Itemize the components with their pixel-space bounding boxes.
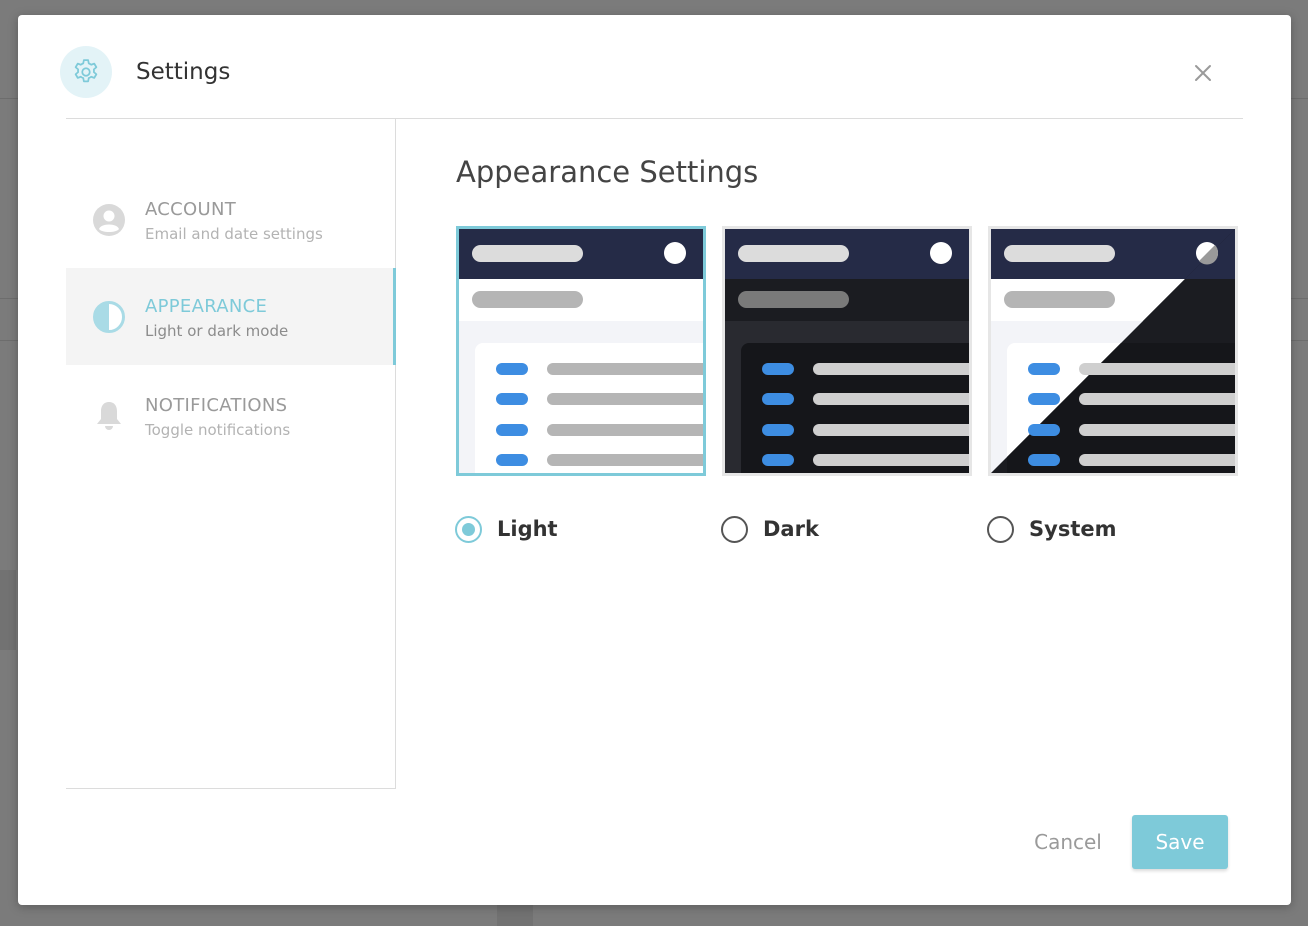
dialog-title: Settings — [136, 59, 231, 85]
theme-preview-system[interactable] — [988, 226, 1238, 476]
theme-preview-dark[interactable] — [722, 226, 972, 476]
theme-option-dark[interactable]: Dark — [721, 513, 819, 545]
radio-light[interactable] — [455, 515, 482, 543]
theme-option-label: Dark — [763, 517, 819, 541]
sidebar-item-account[interactable]: ACCOUNT Email and date settings — [66, 171, 395, 268]
theme-option-light[interactable]: Light — [455, 513, 558, 545]
close-button[interactable] — [1189, 59, 1217, 87]
theme-preview-light[interactable] — [456, 226, 706, 476]
save-button[interactable]: Save — [1132, 815, 1228, 869]
radio-system[interactable] — [987, 515, 1014, 543]
sidebar-item-notifications[interactable]: NOTIFICATIONS Toggle notifications — [66, 367, 395, 464]
sidebar-item-title: NOTIFICATIONS — [145, 395, 288, 416]
gear-icon — [60, 46, 112, 98]
dialog-header: Settings — [18, 15, 1291, 119]
section-title: Appearance Settings — [456, 155, 759, 189]
contrast-icon — [92, 300, 126, 334]
sidebar-item-subtitle: Light or dark mode — [145, 322, 289, 340]
theme-option-label: Light — [497, 517, 558, 541]
sidebar-item-subtitle: Toggle notifications — [145, 421, 291, 439]
close-icon — [1195, 65, 1211, 81]
settings-sidebar: ACCOUNT Email and date settings APPEARAN… — [66, 119, 396, 789]
sidebar-item-title: ACCOUNT — [145, 199, 237, 220]
background-block — [0, 570, 16, 650]
theme-option-system[interactable]: System — [987, 513, 1116, 545]
cancel-button[interactable]: Cancel — [1023, 824, 1113, 860]
radio-dark[interactable] — [721, 515, 748, 543]
sidebar-item-title: APPEARANCE — [145, 296, 268, 317]
settings-dialog: Settings ACCOUNT Email and date settings — [18, 15, 1291, 905]
sidebar-item-appearance[interactable]: APPEARANCE Light or dark mode — [66, 268, 396, 365]
theme-option-label: System — [1029, 517, 1117, 541]
sidebar-item-subtitle: Email and date settings — [145, 225, 323, 243]
background-block — [497, 905, 533, 926]
bell-icon — [92, 399, 126, 433]
user-circle-icon — [92, 203, 126, 237]
